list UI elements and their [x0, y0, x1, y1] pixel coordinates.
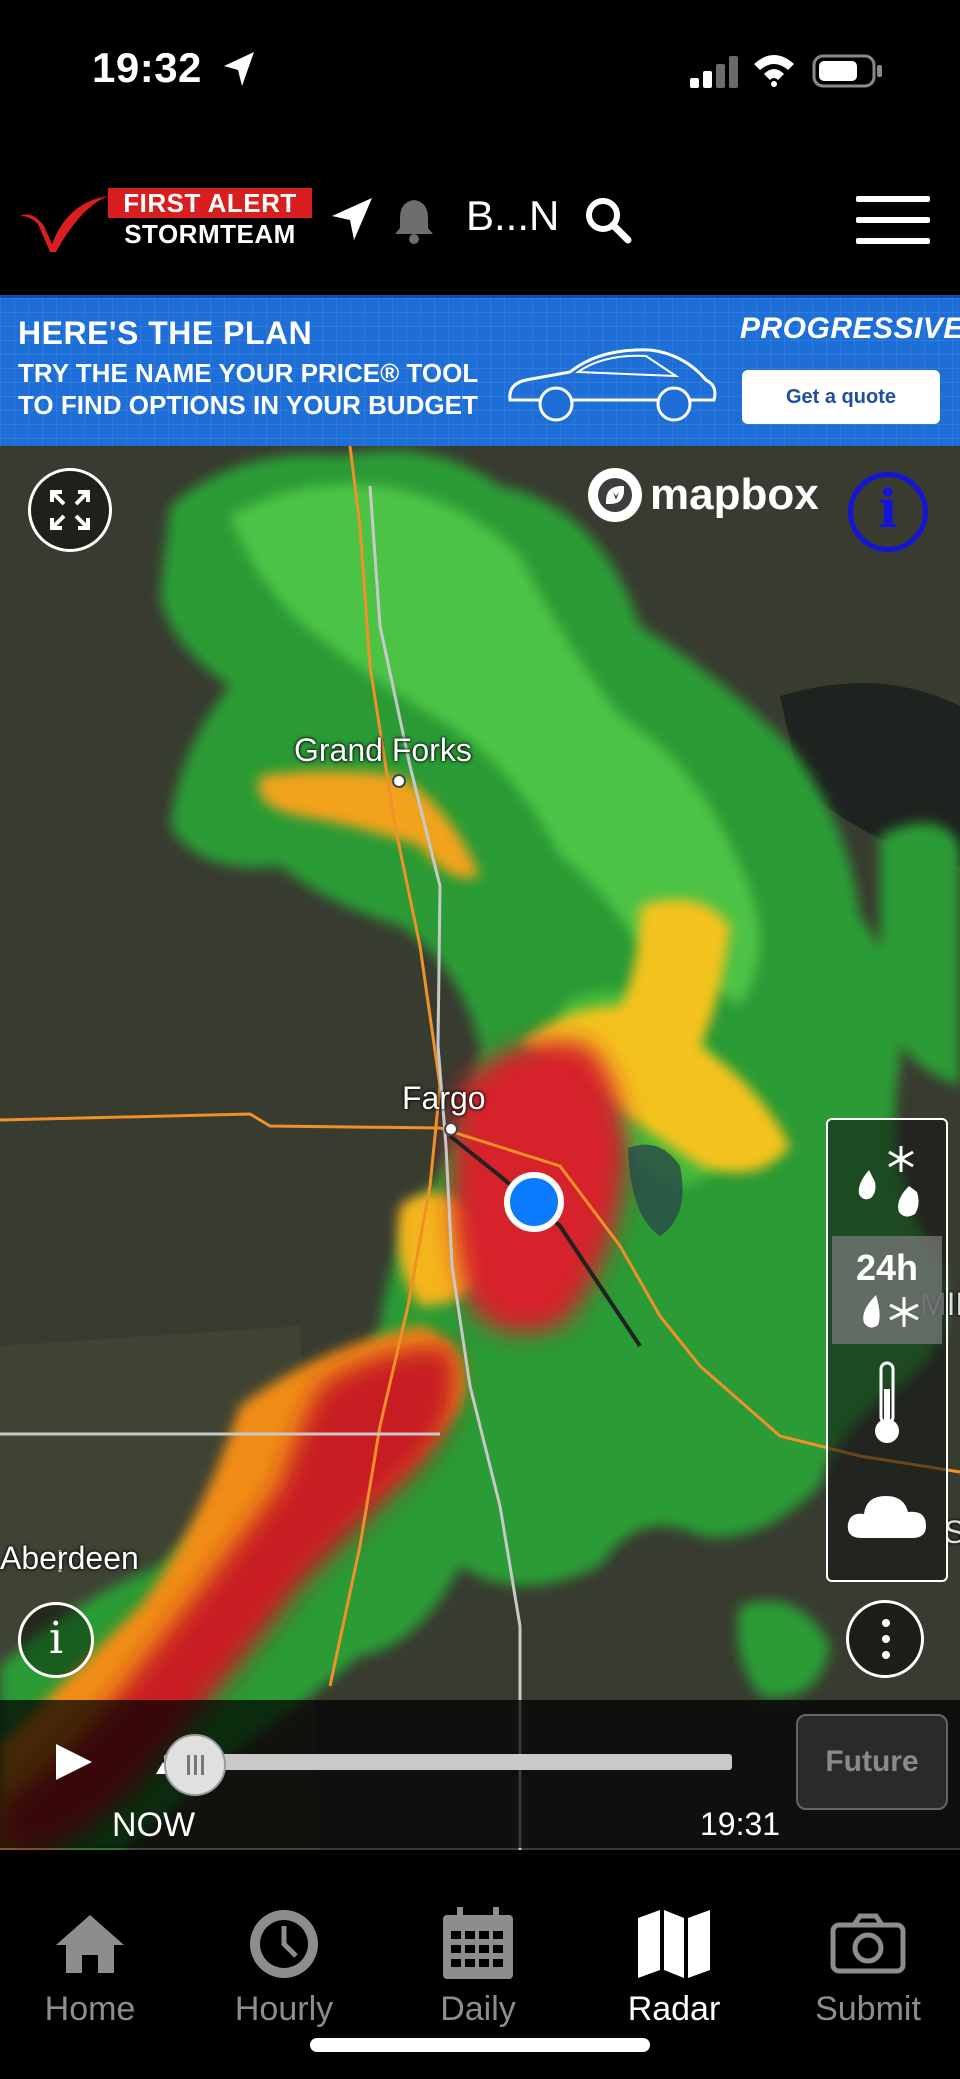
map-info-button[interactable]: i — [848, 472, 928, 552]
camera-icon — [830, 1913, 906, 1974]
wifi-icon — [754, 55, 794, 87]
play-icon[interactable] — [52, 1740, 96, 1784]
clock-icon — [250, 1910, 318, 1978]
nav-hourly-label: Hourly — [234, 1990, 334, 2028]
bell-icon[interactable] — [392, 196, 436, 244]
nav-hourly[interactable]: Hourly — [194, 1904, 374, 2029]
location-services-icon — [224, 52, 254, 86]
city-marker — [444, 1122, 458, 1136]
nav-radar-label: Radar — [627, 1990, 721, 2028]
radar-overlay — [0, 446, 960, 1850]
current-location-marker — [504, 1172, 564, 1232]
timeline-track[interactable] — [164, 1754, 732, 1770]
city-label: Fargo — [402, 1080, 486, 1116]
thermometer-icon — [875, 1361, 899, 1443]
location-arrow-icon[interactable] — [330, 196, 374, 242]
signal-icon — [690, 56, 738, 88]
timeline-end-label: 19:31 — [700, 1806, 781, 1842]
nav-submit[interactable]: Submit — [778, 1904, 958, 2029]
timeline-scrubber[interactable] — [164, 1734, 226, 1796]
nav-home[interactable]: Home — [0, 1904, 180, 2029]
expand-icon — [50, 490, 90, 530]
layer-panel: 24h — [826, 1118, 948, 1582]
rain-snow-icon — [863, 1295, 919, 1328]
ad-line-2: TO FIND OPTIONS IN YOUR BUDGET — [18, 390, 478, 420]
nav-daily[interactable]: Daily — [388, 1904, 568, 2029]
home-icon — [56, 1915, 124, 1973]
ad-headline: HERE'S THE PLAN — [18, 315, 313, 351]
future-button[interactable]: Future — [796, 1714, 948, 1810]
mapbox-attribution[interactable]: mapbox — [588, 468, 819, 522]
home-indicator[interactable] — [310, 2038, 650, 2052]
layer-24h-label: 24h — [855, 1247, 919, 1288]
search-icon[interactable] — [584, 196, 632, 244]
logo-check-icon — [20, 196, 108, 252]
nav-radar[interactable]: Radar — [584, 1904, 764, 2029]
layer-temperature[interactable] — [832, 1350, 942, 1458]
more-options-button[interactable] — [846, 1600, 924, 1678]
map-icon — [638, 1910, 710, 1978]
rain-snow-icon — [858, 1146, 919, 1217]
cloud-icon — [847, 1496, 926, 1538]
layer-precipitation[interactable] — [832, 1124, 942, 1232]
logo-line-1: FIRST ALERT — [108, 188, 312, 218]
layer-24h[interactable]: 24h — [832, 1236, 942, 1344]
radar-map[interactable]: mapbox i Grand Forks Fargo Aberdeen MIN … — [0, 446, 960, 1850]
calendar-icon — [443, 1907, 513, 1979]
location-name[interactable]: B...N — [466, 192, 559, 240]
logo-line-2: STORMTEAM — [124, 219, 296, 249]
fullscreen-button[interactable] — [28, 468, 112, 552]
city-marker — [392, 774, 406, 788]
battery-icon — [812, 54, 882, 88]
nav-submit-label: Submit — [815, 1990, 921, 2028]
nav-home-label: Home — [44, 1990, 136, 2028]
hamburger-menu-icon[interactable] — [856, 196, 930, 244]
car-graphic — [508, 348, 717, 422]
mapbox-label: mapbox — [650, 470, 819, 519]
ad-brand: PROGRESSIVE — [740, 312, 960, 345]
mapbox-logo-icon — [588, 468, 642, 522]
status-time: 19:32 — [92, 44, 202, 91]
city-label: Grand Forks — [294, 732, 472, 768]
city-label: Aberdeen — [0, 1540, 139, 1576]
legend-info-button[interactable]: i — [18, 1602, 94, 1678]
ad-line-1: TRY THE NAME YOUR PRICE® TOOL — [18, 358, 479, 388]
layer-clouds[interactable] — [832, 1462, 942, 1570]
nav-daily-label: Daily — [440, 1990, 516, 2028]
timeline-start-label: NOW — [112, 1806, 196, 1844]
get-quote-button[interactable]: Get a quote — [742, 370, 940, 424]
